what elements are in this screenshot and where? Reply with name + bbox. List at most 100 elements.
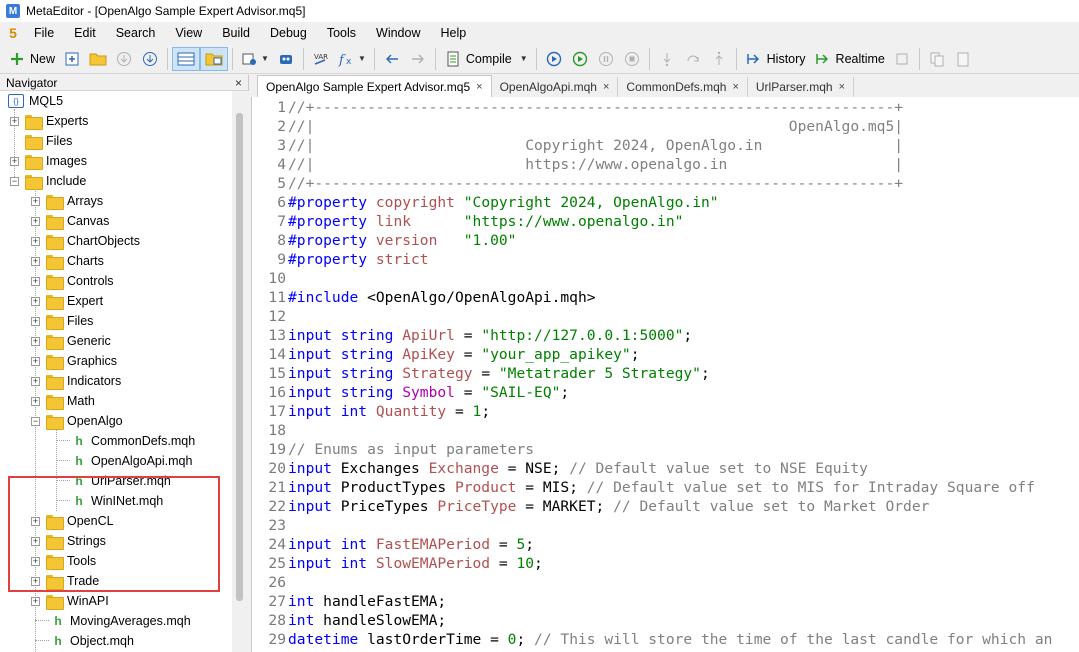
- collapse-minus-icon[interactable]: −: [31, 416, 40, 426]
- tree-file-openalgoapi[interactable]: h OpenAlgoApi.mqh: [72, 451, 192, 471]
- expand-plus-icon[interactable]: +: [31, 596, 40, 606]
- code-line[interactable]: 23: [252, 516, 286, 535]
- step-over-button[interactable]: [680, 47, 706, 71]
- expand-plus-icon[interactable]: +: [31, 376, 40, 386]
- step-into-button[interactable]: [654, 47, 680, 71]
- code-line[interactable]: 18: [252, 421, 286, 440]
- code-line[interactable]: 20 input Exchanges Exchange = NSE; // Def…: [252, 459, 868, 478]
- expand-plus-icon[interactable]: +: [31, 296, 40, 306]
- menu-build[interactable]: Build: [212, 22, 260, 44]
- tree-folder-expert[interactable]: + Expert: [31, 291, 103, 311]
- code-editor[interactable]: 1//+------------------------------------…: [251, 97, 1079, 652]
- chevron-down-icon[interactable]: ▼: [520, 54, 528, 63]
- step-out-button[interactable]: [706, 47, 732, 71]
- back-button[interactable]: [379, 47, 405, 71]
- tab-commondefs[interactable]: CommonDefs.mqh ×: [618, 77, 748, 97]
- expand-plus-icon[interactable]: +: [31, 276, 40, 286]
- code-line[interactable]: 5//+------------------------------------…: [252, 174, 903, 193]
- code-line[interactable]: 15 input string Strategy = "Metatrader 5 …: [252, 364, 709, 383]
- code-line[interactable]: 7 #property link "https://www.openalgo.in…: [252, 212, 683, 231]
- code-line[interactable]: 24 input int FastEMAPeriod = 5;: [252, 535, 534, 554]
- menu-debug[interactable]: Debug: [260, 22, 317, 44]
- start-debug-button[interactable]: [541, 47, 567, 71]
- code-line[interactable]: 22 input PriceTypes PriceType = MARKET; /…: [252, 497, 929, 516]
- menu-file[interactable]: File: [24, 22, 64, 44]
- menu-view[interactable]: View: [165, 22, 212, 44]
- expand-plus-icon[interactable]: +: [31, 356, 40, 366]
- tree-folder-graphics[interactable]: + Graphics: [31, 351, 117, 371]
- open-folder-button[interactable]: [85, 47, 111, 71]
- pause-button[interactable]: [593, 47, 619, 71]
- code-line[interactable]: 26: [252, 573, 286, 592]
- code-line[interactable]: 25 input int SlowEMAPeriod = 10;: [252, 554, 542, 573]
- tree-folder-images[interactable]: + Images: [10, 151, 87, 171]
- tree-folder-generic[interactable]: + Generic: [31, 331, 111, 351]
- code-line[interactable]: 27 int handleFastEMA;: [252, 592, 446, 611]
- tree-folder-openalgo[interactable]: − OpenAlgo: [31, 411, 123, 431]
- close-icon[interactable]: ×: [603, 81, 609, 93]
- stop-profiling-button[interactable]: [889, 47, 915, 71]
- save-button[interactable]: [137, 47, 163, 71]
- insert-function-button[interactable]: fx ▼: [334, 47, 370, 71]
- code-line[interactable]: 2//| OpenAlgo.mq5|: [252, 117, 903, 136]
- code-line[interactable]: 14 input string ApiKey = "your_app_apikey…: [252, 345, 639, 364]
- expand-plus-icon[interactable]: +: [31, 336, 40, 346]
- expand-plus-icon[interactable]: +: [31, 396, 40, 406]
- download-button[interactable]: [111, 47, 137, 71]
- expand-plus-icon[interactable]: +: [31, 256, 40, 266]
- mql5-logo-icon[interactable]: 5: [2, 25, 24, 41]
- tree-file-object[interactable]: h Object.mqh: [51, 631, 134, 651]
- expand-plus-icon[interactable]: +: [10, 116, 19, 126]
- expand-plus-icon[interactable]: +: [31, 216, 40, 226]
- tree-folder-include-files[interactable]: + Files: [31, 311, 93, 331]
- close-icon[interactable]: ×: [235, 76, 242, 90]
- code-line[interactable]: 11 #include <OpenAlgo/OpenAlgoApi.mqh>: [252, 288, 595, 307]
- tab-urlparser[interactable]: UrlParser.mqh ×: [748, 77, 854, 97]
- menu-window[interactable]: Window: [366, 22, 430, 44]
- start-real-data-button[interactable]: [567, 47, 593, 71]
- stop-button[interactable]: [619, 47, 645, 71]
- tree-folder-charts[interactable]: + Charts: [31, 251, 104, 271]
- code-line[interactable]: 13 input string ApiUrl = "http://127.0.0.…: [252, 326, 692, 345]
- close-icon[interactable]: ×: [732, 81, 738, 93]
- compile-button[interactable]: Compile ▼: [440, 47, 532, 71]
- tree-folder-winapi[interactable]: + WinAPI: [31, 591, 109, 611]
- tree-file-commondefs[interactable]: h CommonDefs.mqh: [72, 431, 195, 451]
- community-button[interactable]: [273, 47, 299, 71]
- code-line[interactable]: 21 input ProductTypes Product = MIS; // D…: [252, 478, 1034, 497]
- code-line[interactable]: 29 datetime lastOrderTime = 0; // This wi…: [252, 630, 1052, 649]
- copy-button[interactable]: [924, 47, 950, 71]
- code-line[interactable]: 16 input string Symbol = "SAIL-EQ";: [252, 383, 569, 402]
- tree-folder-canvas[interactable]: + Canvas: [31, 211, 109, 231]
- code-line[interactable]: 6 #property copyright "Copyright 2024, Op…: [252, 193, 718, 212]
- new-document-button[interactable]: [59, 47, 85, 71]
- menu-tools[interactable]: Tools: [317, 22, 366, 44]
- realtime-button[interactable]: Realtime: [810, 47, 889, 71]
- styler-button[interactable]: ▼: [237, 47, 273, 71]
- code-line[interactable]: 17 input int Quantity = 1;: [252, 402, 490, 421]
- expand-plus-icon[interactable]: +: [10, 156, 19, 166]
- code-line[interactable]: 9 #property strict: [252, 250, 428, 269]
- tree-folder-indicators[interactable]: + Indicators: [31, 371, 121, 391]
- history-button[interactable]: History: [741, 47, 810, 71]
- expand-plus-icon[interactable]: +: [31, 196, 40, 206]
- expand-plus-icon[interactable]: +: [31, 316, 40, 326]
- tree-folder-experts[interactable]: + Experts: [10, 111, 88, 131]
- tree-folder-chartobjects[interactable]: + ChartObjects: [31, 231, 140, 251]
- tree-folder-include[interactable]: − Include: [10, 171, 86, 191]
- menu-help[interactable]: Help: [430, 22, 476, 44]
- toolbox-toggle-button[interactable]: [200, 46, 229, 71]
- tree-folder-math[interactable]: + Math: [31, 391, 95, 411]
- close-icon[interactable]: ×: [476, 81, 482, 93]
- code-line[interactable]: 28 int handleSlowEMA;: [252, 611, 446, 630]
- tree-folder-arrays[interactable]: + Arrays: [31, 191, 103, 211]
- code-line[interactable]: 1//+------------------------------------…: [252, 98, 903, 117]
- paste-button[interactable]: [950, 47, 976, 71]
- scrollbar-thumb[interactable]: [236, 113, 243, 601]
- tree-folder-files[interactable]: Files: [25, 131, 72, 151]
- tab-openalgo-sample-ea[interactable]: OpenAlgo Sample Expert Advisor.mq5 ×: [257, 75, 492, 97]
- code-line[interactable]: 3//| Copyright 2024, OpenAlgo.in |: [252, 136, 903, 155]
- tree-root-mql5[interactable]: {} MQL5: [8, 91, 63, 111]
- navigator-scrollbar[interactable]: [232, 91, 249, 652]
- close-icon[interactable]: ×: [839, 81, 845, 93]
